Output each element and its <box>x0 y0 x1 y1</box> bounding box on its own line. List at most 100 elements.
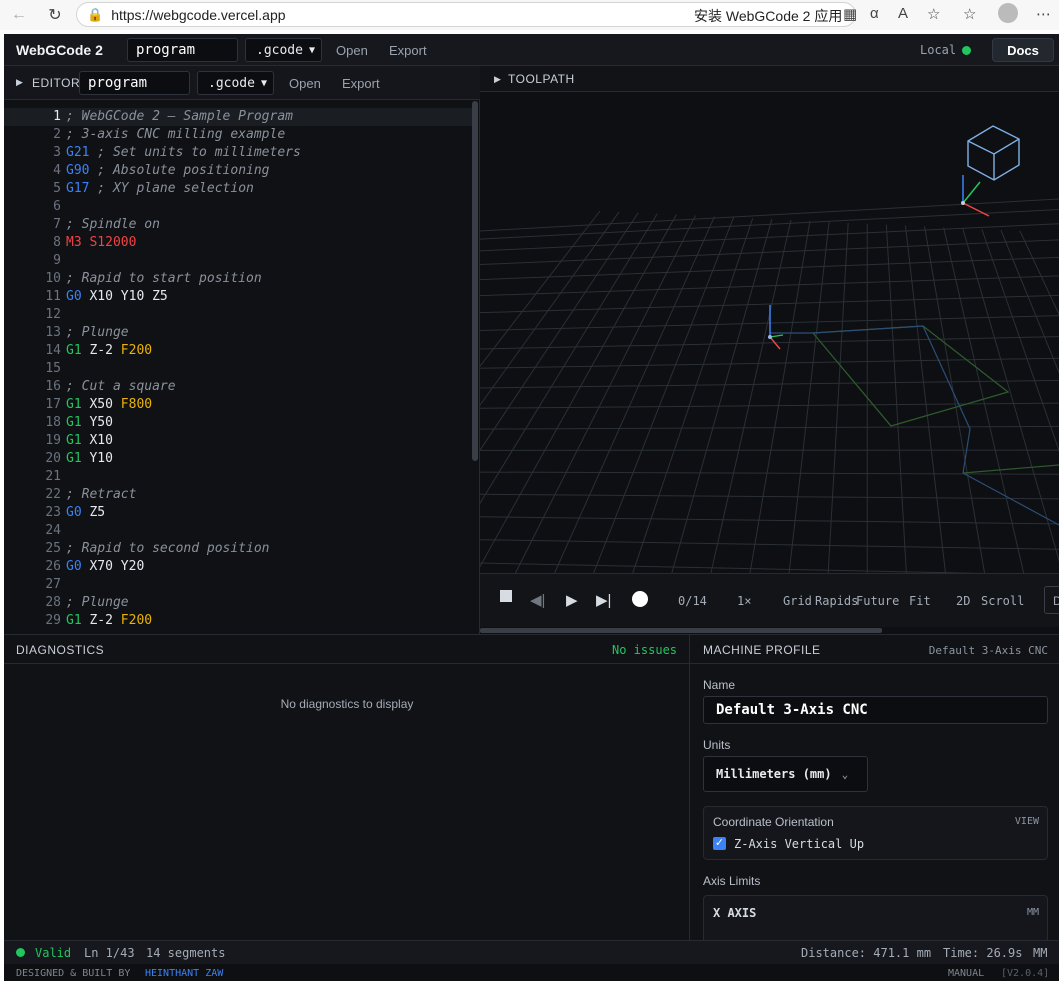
code-line[interactable]: 11 G0 X10 Y10 Z5 <box>4 288 472 306</box>
code-line[interactable]: 17 G1 X50 F800 <box>4 396 472 414</box>
rapids-toggle[interactable]: Rapids <box>815 594 858 608</box>
editor-vertical-scrollbar[interactable] <box>472 101 478 461</box>
step-back-icon[interactable]: ◀| <box>530 591 545 609</box>
code-text: ; Rapid to second position <box>66 540 270 558</box>
code-token: Z5 <box>81 505 106 520</box>
code-line[interactable]: 9 <box>4 252 472 270</box>
code-line[interactable]: 27 <box>4 576 472 594</box>
code-line[interactable]: 4 G90 ; Absolute positioning <box>4 162 472 180</box>
editor-extension-value: .gcode <box>208 75 255 91</box>
code-line[interactable]: 24 <box>4 522 472 540</box>
scroll-toggle[interactable]: Scroll <box>981 594 1024 608</box>
code-line[interactable]: 6 <box>4 198 472 216</box>
code-text: ; Retract <box>66 486 136 504</box>
axis-limits-label: Axis Limits <box>703 874 761 888</box>
code-line[interactable]: 19 G1 X10 <box>4 432 472 450</box>
more-menu-icon[interactable]: ⋯ <box>1036 5 1051 23</box>
code-line[interactable]: 21 <box>4 468 472 486</box>
code-line[interactable]: 25 ; Rapid to second position <box>4 540 472 558</box>
code-line[interactable]: 28 ; Plunge <box>4 594 472 612</box>
valid-status: Valid <box>35 946 72 960</box>
profile-avatar[interactable] <box>998 3 1018 23</box>
back-icon[interactable]: ← <box>6 2 32 28</box>
favorites-bar-icon[interactable]: ☆ <box>963 5 976 23</box>
code-line[interactable]: 29 G1 Z-2 F200 <box>4 612 472 630</box>
line-number: 23 <box>45 505 61 520</box>
step-forward-icon[interactable]: ▶| <box>596 591 611 609</box>
manual-link[interactable]: MANUAL <box>948 968 984 979</box>
install-app-text[interactable]: 安装 WebGCode 2 应用 <box>694 6 842 26</box>
refresh-icon[interactable]: ↻ <box>42 2 68 28</box>
site-info-icon[interactable]: 🔒 <box>87 7 103 23</box>
code-token: ; Absolute positioning <box>89 163 270 178</box>
favorite-icon[interactable]: ☆ <box>927 5 940 23</box>
file-extension-select[interactable]: .gcode ▼ <box>245 38 322 62</box>
editor-program-name-input[interactable]: program <box>79 71 190 95</box>
playback-controls: ◀| ▶ ▶| 0/14 1× Grid Rapids Future Fit 2… <box>480 573 1059 627</box>
code-line[interactable]: 10 ; Rapid to start position <box>4 270 472 288</box>
author-link[interactable]: HEINTHANT ZAW <box>145 968 223 979</box>
app-install-icon[interactable]: ▦ <box>843 5 857 23</box>
speed-button[interactable]: 1× <box>737 594 751 608</box>
editor-export-button[interactable]: Export <box>342 76 380 91</box>
line-number: 26 <box>45 559 61 574</box>
units-select[interactable]: Millimeters (mm) ⌄ <box>703 756 868 792</box>
timeline-scrubber-knob[interactable] <box>632 591 648 607</box>
code-line[interactable]: 20 G1 Y10 <box>4 450 472 468</box>
code-line[interactable]: 13 ; Plunge <box>4 324 472 342</box>
docs-button[interactable]: Docs <box>992 38 1054 62</box>
code-line[interactable]: 26 G0 X70 Y20 <box>4 558 472 576</box>
z-axis-up-checkbox[interactable]: ✓ <box>713 837 726 850</box>
grid-toggle[interactable]: Grid <box>783 594 812 608</box>
code-line[interactable]: 15 <box>4 360 472 378</box>
toolpath-3d-viewport[interactable] <box>480 93 1059 573</box>
code-editor[interactable]: 1 ; WebGCode 2 — Sample Program 2 ; 3-axis … <box>4 101 472 634</box>
orientation-view-button[interactable]: VIEW <box>1015 816 1039 827</box>
code-line[interactable]: 23 G0 Z5 <box>4 504 472 522</box>
code-line[interactable]: 18 G1 Y50 <box>4 414 472 432</box>
local-status-dot <box>962 46 971 55</box>
code-text: G0 X10 Y10 Z5 <box>66 288 168 306</box>
machine-profile-name: Default 3-Axis CNC <box>928 644 1048 657</box>
line-number: 7 <box>53 217 61 232</box>
more-controls-button[interactable]: D <box>1044 586 1059 614</box>
line-number: 1 <box>53 109 61 124</box>
code-text: G0 Z5 <box>66 504 105 522</box>
editor-open-button[interactable]: Open <box>289 76 321 91</box>
code-token: ; Set units to millimeters <box>89 145 301 160</box>
toolpath-horizontal-scrollbar[interactable] <box>480 628 882 633</box>
line-number: 12 <box>45 307 61 322</box>
code-token: G0 <box>66 505 82 520</box>
editor-extension-select[interactable]: .gcode ▼ <box>197 71 274 95</box>
export-button[interactable]: Export <box>389 43 427 58</box>
fit-button[interactable]: Fit <box>909 594 931 608</box>
future-toggle[interactable]: Future <box>856 594 899 608</box>
collapse-editor-icon[interactable]: ▶ <box>16 77 23 88</box>
code-line[interactable]: 16 ; Cut a square <box>4 378 472 396</box>
code-line[interactable]: 22 ; Retract <box>4 486 472 504</box>
translate-icon[interactable]: α <box>870 5 879 22</box>
code-line[interactable]: 7 ; Spindle on <box>4 216 472 234</box>
code-line[interactable]: 5 G17 ; XY plane selection <box>4 180 472 198</box>
code-line[interactable]: 2 ; 3-axis CNC milling example <box>4 126 472 144</box>
line-number: 3 <box>53 145 61 160</box>
open-button[interactable]: Open <box>336 43 368 58</box>
read-aloud-icon[interactable]: A <box>898 5 908 22</box>
code-line[interactable]: 3 G21 ; Set units to millimeters <box>4 144 472 162</box>
collapse-toolpath-icon[interactable]: ▶ <box>494 74 501 85</box>
code-line[interactable]: 1 ; WebGCode 2 — Sample Program <box>4 108 472 126</box>
code-token: G0 <box>66 289 82 304</box>
code-line[interactable]: 14 G1 Z-2 F200 <box>4 342 472 360</box>
line-number: 6 <box>53 199 61 214</box>
stop-icon[interactable] <box>500 590 512 602</box>
line-number: 10 <box>45 271 61 286</box>
program-name-input[interactable]: program <box>127 38 238 62</box>
code-token: F800 <box>120 397 153 412</box>
code-token: G1 <box>66 415 82 430</box>
code-line[interactable]: 12 <box>4 306 472 324</box>
code-token: ; Plunge <box>66 595 129 610</box>
view-2d-toggle[interactable]: 2D <box>956 594 970 608</box>
code-line[interactable]: 8 M3 S12000 <box>4 234 472 252</box>
machine-name-input[interactable]: Default 3-Axis CNC <box>703 696 1048 724</box>
play-icon[interactable]: ▶ <box>566 591 578 609</box>
